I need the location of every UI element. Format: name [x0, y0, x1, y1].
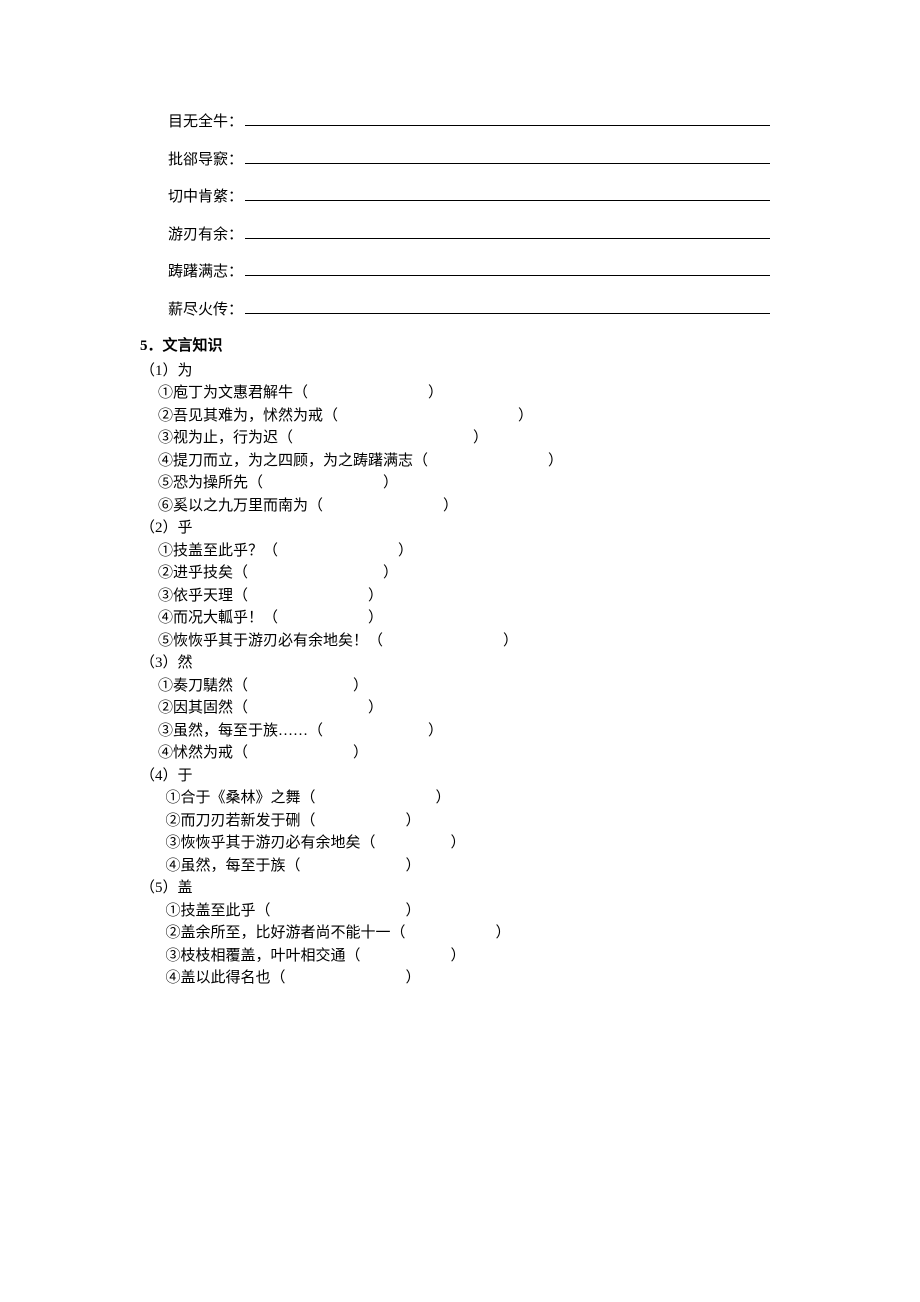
fill-blank-line[interactable]: [245, 148, 770, 164]
question-item: ①庖丁为文惠君解牛（ ）: [158, 382, 770, 405]
group-label: （3）然: [140, 652, 770, 675]
fill-term-label: 切中肯綮：: [168, 186, 243, 209]
question-item: ①技盖至此乎？（ ）: [158, 540, 770, 563]
question-item: ⑥奚以之九万里而南为（ ）: [158, 495, 770, 518]
fill-term-label: 踌躇满志：: [168, 261, 243, 284]
group-label: （4）于: [140, 765, 770, 788]
fill-term-row: 薪尽火传：: [168, 298, 770, 322]
question-item: ②进乎技矣（ ）: [158, 562, 770, 585]
group-4: （4）于 ①合于《桑林》之舞（ ） ②而刀刃若新发于硎（ ） ③恢恢乎其于游刃必…: [140, 765, 770, 878]
fill-term-label: 薪尽火传：: [168, 299, 243, 322]
group-2: （2）乎 ①技盖至此乎？（ ） ②进乎技矣（ ） ③依乎天理（ ） ④而况大軱乎…: [140, 517, 770, 652]
question-item: ①技盖至此乎（ ）: [158, 900, 770, 923]
question-item: ⑤恢恢乎其于游刃必有余地矣！（ ）: [158, 630, 770, 653]
fill-blank-line[interactable]: [245, 185, 770, 201]
question-item: ②吾见其难为，怵然为戒（ ）: [158, 405, 770, 428]
group-5: （5）盖 ①技盖至此乎（ ） ②盖余所至，比好游者尚不能十一（ ） ③枝枝相覆盖…: [140, 877, 770, 990]
question-item: ②盖余所至，比好游者尚不能十一（ ）: [158, 922, 770, 945]
fill-blank-line[interactable]: [245, 223, 770, 239]
group-1: （1）为 ①庖丁为文惠君解牛（ ） ②吾见其难为，怵然为戒（ ） ③视为止，行为…: [140, 360, 770, 518]
section-title: 文言知识: [163, 338, 223, 354]
fill-term-label: 目无全牛：: [168, 111, 243, 134]
group-label: （2）乎: [140, 517, 770, 540]
question-item: ①奏刀騞然（ ）: [158, 675, 770, 698]
group-label: （5）盖: [140, 877, 770, 900]
question-item: ③视为止，行为迟（ ）: [158, 427, 770, 450]
fill-term-row: 目无全牛：: [168, 110, 770, 134]
question-item: ④而况大軱乎！（ ）: [158, 607, 770, 630]
question-item: ③依乎天理（ ）: [158, 585, 770, 608]
question-item: ③枝枝相覆盖，叶叶相交通（ ）: [158, 945, 770, 968]
question-item: ④提刀而立，为之四顾，为之踌躇满志（ ）: [158, 450, 770, 473]
question-item: ⑤恐为操所先（ ）: [158, 472, 770, 495]
fill-term-row: 游刃有余：: [168, 223, 770, 247]
fill-term-row: 踌躇满志：: [168, 260, 770, 284]
section-5-heading: 5．文言知识: [140, 335, 770, 358]
fill-term-label: 游刃有余：: [168, 224, 243, 247]
fill-term-row: 切中肯綮：: [168, 185, 770, 209]
fill-blank-line[interactable]: [245, 260, 770, 276]
question-item: ④怵然为戒（ ）: [158, 742, 770, 765]
question-item: ②而刀刃若新发于硎（ ）: [158, 810, 770, 833]
question-item: ④盖以此得名也（ ）: [158, 967, 770, 990]
group-3: （3）然 ①奏刀騞然（ ） ②因其固然（ ） ③虽然，每至于族……（ ） ④怵然…: [140, 652, 770, 765]
question-item: ③虽然，每至于族……（ ）: [158, 720, 770, 743]
question-item: ②因其固然（ ）: [158, 697, 770, 720]
question-item: ①合于《桑林》之舞（ ）: [158, 787, 770, 810]
section-number: 5．: [140, 338, 163, 354]
fill-term-row: 批郤导窾：: [168, 148, 770, 172]
group-label: （1）为: [140, 360, 770, 383]
fill-term-label: 批郤导窾：: [168, 149, 243, 172]
question-item: ③恢恢乎其于游刃必有余地矣（ ）: [158, 832, 770, 855]
question-item: ④虽然，每至于族（ ）: [158, 855, 770, 878]
fill-blank-line[interactable]: [245, 110, 770, 126]
fill-blank-line[interactable]: [245, 298, 770, 314]
